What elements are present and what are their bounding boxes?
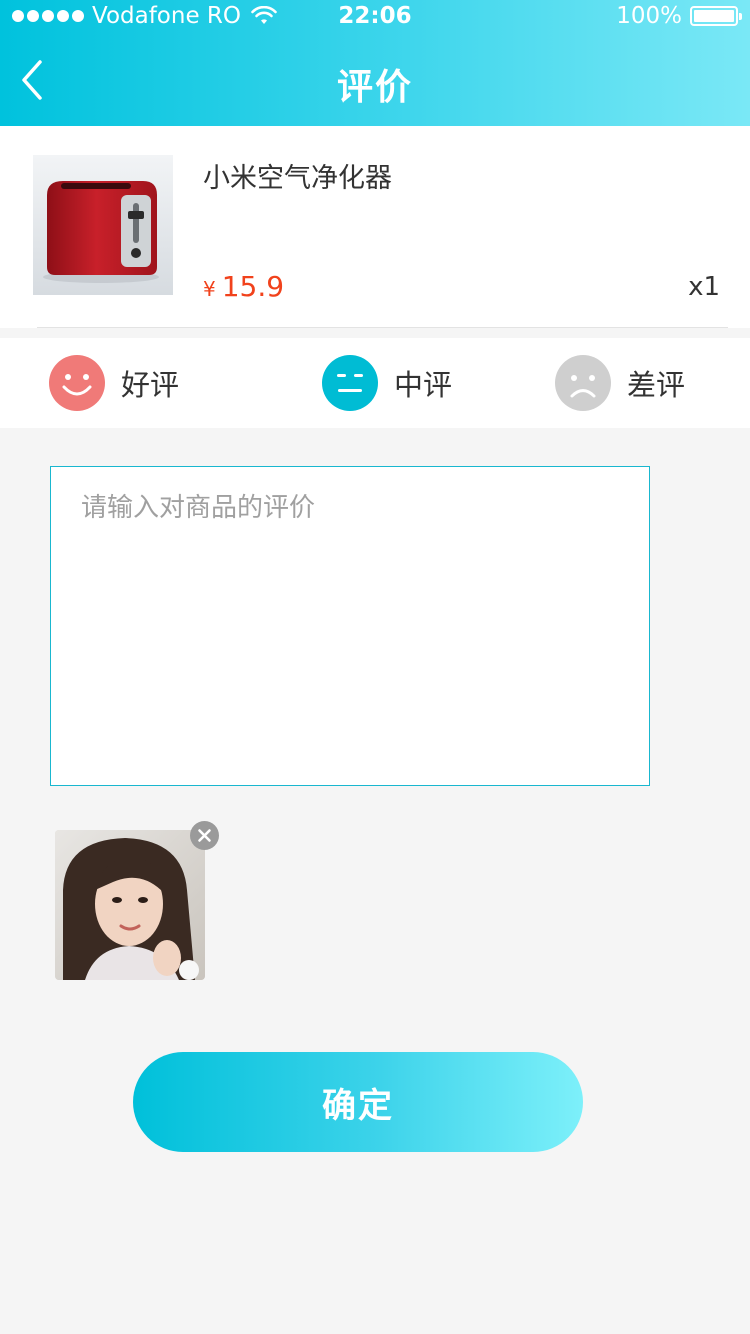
rating-good-label: 好评 [121, 368, 180, 402]
review-box [50, 466, 650, 786]
battery-icon [690, 6, 742, 26]
neutral-face-icon [322, 355, 378, 411]
divider [37, 327, 728, 328]
submit-button[interactable]: 确定 [133, 1052, 583, 1152]
review-input[interactable] [51, 467, 649, 785]
sad-face-icon [555, 355, 611, 411]
smile-face-icon [49, 355, 105, 411]
rating-bad[interactable]: 差评 [555, 355, 685, 411]
currency-symbol: ¥ [203, 277, 216, 301]
product-card: 小米空气净化器 ¥15.9 x1 [0, 126, 750, 328]
battery-percent: 100% [616, 3, 682, 29]
status-right: 100% [616, 3, 742, 29]
close-circle-icon [190, 821, 219, 850]
nav-bar: 评价 [0, 34, 750, 126]
header: Vodafone RO 22:06 100% 评价 [0, 0, 750, 126]
rating-good[interactable]: 好评 [49, 355, 179, 411]
page-title: 评价 [336, 67, 413, 108]
rating-neutral[interactable]: 中评 [322, 355, 452, 411]
price-value: 15.9 [221, 270, 285, 303]
product-price: ¥15.9 [203, 270, 284, 303]
product-image [33, 155, 173, 295]
product-quantity: x1 [688, 272, 720, 302]
toaster-image [33, 155, 173, 295]
rating-selector: 好评 中评 差评 [0, 338, 750, 428]
photo-thumbnail [55, 830, 205, 980]
remove-photo-button[interactable] [190, 821, 219, 850]
uploaded-photo[interactable] [55, 830, 205, 980]
status-bar: Vodafone RO 22:06 100% [0, 0, 750, 34]
product-name: 小米空气净化器 [203, 163, 392, 194]
rating-bad-label: 差评 [627, 368, 686, 402]
rating-neutral-label: 中评 [394, 368, 453, 402]
